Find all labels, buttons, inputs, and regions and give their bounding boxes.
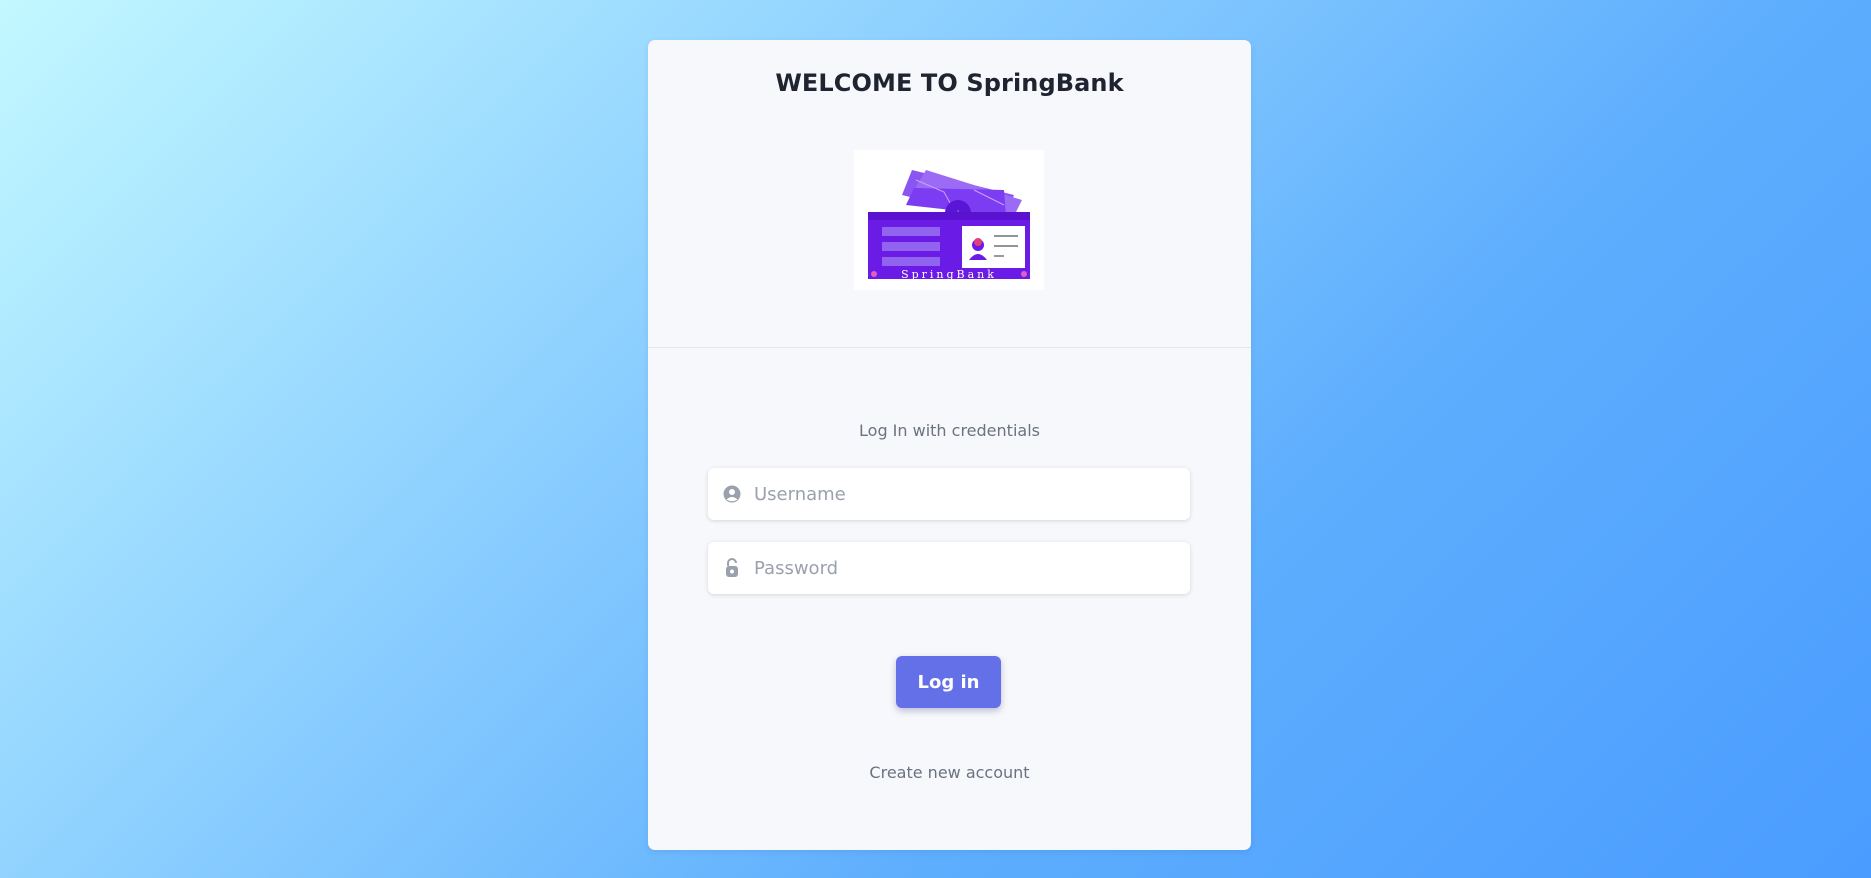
create-account-link[interactable]: Create new account (648, 763, 1251, 782)
logo-wordmark: SpringBank (901, 268, 997, 281)
password-input[interactable] (754, 542, 1190, 594)
page-title: WELCOME TO SpringBank (775, 69, 1124, 97)
username-field[interactable] (708, 468, 1190, 520)
springbank-logo: ¢ SpringBank (854, 150, 1044, 290)
login-card: WELCOME TO SpringBank ¢ (648, 40, 1251, 850)
login-button[interactable]: Log in (896, 656, 1001, 708)
form-subtitle: Log In with credentials (859, 421, 1040, 440)
wallet-logo-graphic: ¢ SpringBank (868, 170, 1030, 281)
unlock-icon (722, 558, 742, 578)
card-header: WELCOME TO SpringBank ¢ (648, 40, 1251, 348)
username-input[interactable] (754, 468, 1190, 520)
login-form: Log In with credentials Log i (648, 348, 1251, 848)
user-circle-icon (722, 484, 742, 504)
password-field[interactable] (708, 542, 1190, 594)
